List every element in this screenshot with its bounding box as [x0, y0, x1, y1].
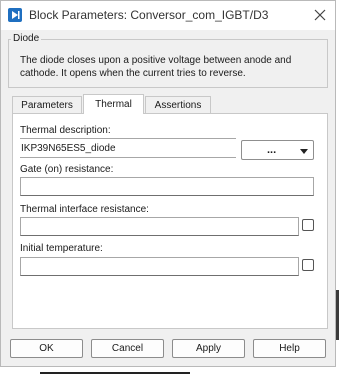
thermal-interface-label: Thermal interface resistance:: [20, 204, 149, 215]
tab-parameters[interactable]: Parameters: [12, 96, 82, 114]
initial-temperature-checkbox[interactable]: [302, 259, 314, 271]
cancel-button[interactable]: Cancel: [91, 339, 164, 358]
block-description: The diode closes upon a positive voltage…: [20, 55, 292, 79]
title-bar[interactable]: Block Parameters: Conversor_com_IGBT/D3: [1, 1, 335, 30]
thermal-description-label: Thermal description:: [20, 125, 111, 136]
tab-assertions[interactable]: Assertions: [145, 96, 211, 114]
gate-resistance-input[interactable]: [20, 177, 314, 196]
thermal-description-dropdown[interactable]: ...: [241, 140, 314, 160]
dropdown-ellipsis: ...: [267, 144, 277, 156]
thermal-interface-checkbox[interactable]: [302, 219, 314, 231]
simulink-block-icon: [8, 8, 22, 22]
gate-resistance-label: Gate (on) resistance:: [20, 164, 114, 175]
close-icon[interactable]: [311, 6, 329, 24]
help-button[interactable]: Help: [253, 339, 326, 358]
background-window-edge: [336, 290, 339, 340]
apply-button[interactable]: Apply: [172, 339, 245, 358]
initial-temperature-input[interactable]: [20, 257, 299, 276]
ok-button[interactable]: OK: [10, 339, 83, 358]
chevron-down-icon: [300, 147, 308, 158]
tab-thermal[interactable]: Thermal: [83, 94, 144, 114]
background-line: [40, 372, 190, 374]
thermal-interface-input[interactable]: [20, 217, 299, 236]
group-title: Diode: [11, 33, 42, 44]
window-title: Block Parameters: Conversor_com_IGBT/D3: [29, 8, 269, 22]
initial-temperature-label: Initial temperature:: [20, 243, 103, 254]
background-desktop-strip: [0, 367, 340, 375]
block-parameters-dialog: Block Parameters: Conversor_com_IGBT/D3 …: [0, 0, 336, 367]
thermal-description-field[interactable]: IKP39N65ES5_diode: [20, 138, 236, 158]
